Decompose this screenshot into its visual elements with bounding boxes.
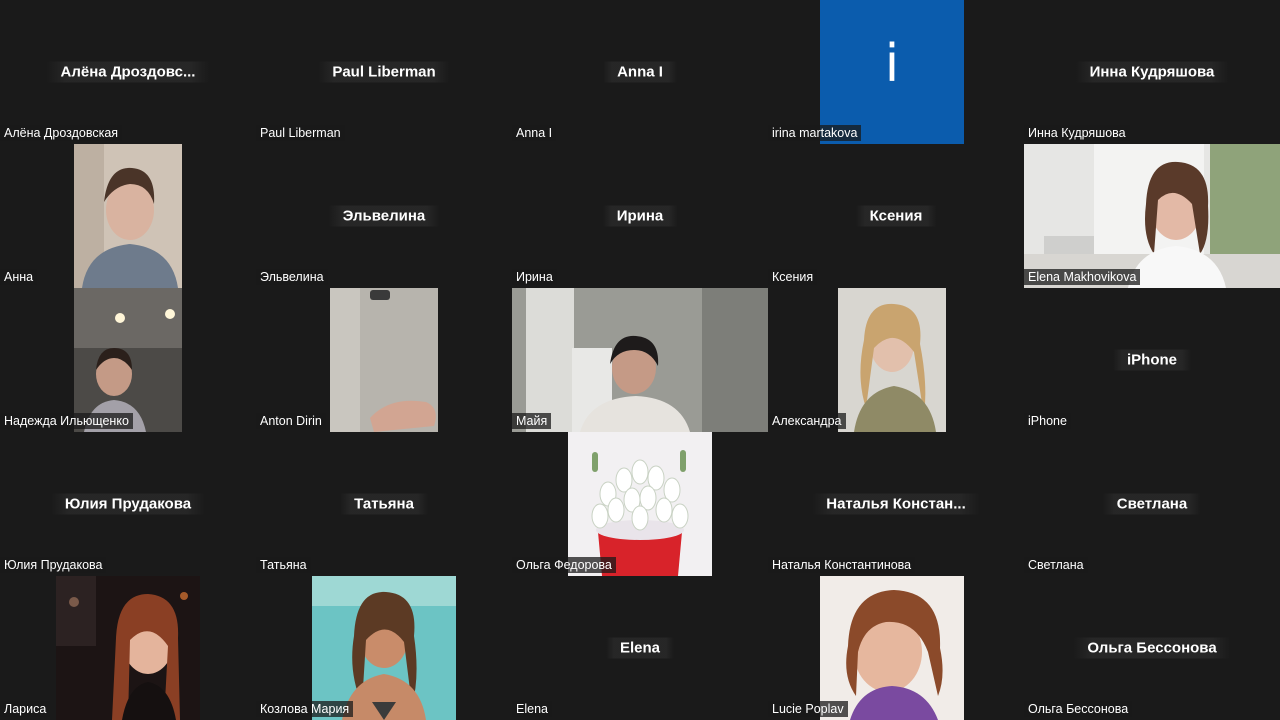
participant-name-display: Алёна Дроздовс... [46,61,210,83]
participant-name-display: Paul Liberman [318,61,450,83]
video-feed [1024,144,1280,288]
participant-tile[interactable]: Ольга Бессонова Ольга Бессонова [1024,576,1280,720]
participant-tile[interactable]: Анна [0,144,256,288]
video-feed [838,288,946,432]
participant-label: Надежда Ильющенко [0,413,133,429]
participant-label: Elena [512,701,552,717]
participant-label: Юлия Прудакова [0,557,107,573]
participant-label: Козлова Мария [256,701,354,717]
participant-tile[interactable]: Майя [512,288,768,432]
participant-label: Наталья Константинова [768,557,916,573]
participant-label: Ольга Федорова [512,557,616,573]
participant-tile[interactable]: Инна Кудряшова Инна Кудряшова [1024,0,1280,144]
participant-label: Майя [512,413,552,429]
avatar-letter: i [884,34,900,94]
participant-tile[interactable]: Elena Makhovikova [1024,144,1280,288]
participant-label: Paul Liberman [256,125,345,141]
profile-avatar: i [820,0,964,144]
participant-label: Инна Кудряшова [1024,125,1130,141]
participant-tile[interactable]: Алёна Дроздовс... Алёна Дроздовская [0,0,256,144]
profile-picture [820,576,964,720]
participant-label: Ольга Бессонова [1024,701,1133,717]
profile-picture [568,432,712,576]
participant-tile[interactable]: Ирина Ирина [512,144,768,288]
participant-label: Elena Makhovikova [1024,269,1141,285]
participant-name-display: Инна Кудряшова [1075,61,1229,83]
participant-name-display: iPhone [1112,349,1192,371]
participant-label: Татьяна [256,557,311,573]
participant-tile[interactable]: Александра [768,288,1024,432]
participant-tile[interactable]: Татьяна Татьяна [256,432,512,576]
participant-tile[interactable]: Наталья Констан... Наталья Константинова [768,432,1024,576]
participant-label: Anna I [512,125,557,141]
participant-name-display: Наталья Констан... [812,493,980,515]
participant-tile[interactable]: Надежда Ильющенко [0,288,256,432]
participant-tile[interactable]: Эльвелина Эльвелина [256,144,512,288]
participant-label: Ирина [512,269,557,285]
participant-label: Лариса [0,701,51,717]
participant-tile[interactable]: Козлова Мария [256,576,512,720]
participant-name-display: Светлана [1102,493,1202,515]
participant-label: irina martakova [768,125,862,141]
participant-label: Александра [768,413,846,429]
video-feed [512,288,768,432]
participant-label: Светлана [1024,557,1088,573]
participant-tile[interactable]: Ксения Ксения [768,144,1024,288]
participant-label: iPhone [1024,413,1071,429]
participant-tile[interactable]: Светлана Светлана [1024,432,1280,576]
participant-tile[interactable]: Elena Elena [512,576,768,720]
participant-tile[interactable]: Lucie Poplav [768,576,1024,720]
participant-label: Anton Dirin [256,413,326,429]
participant-name-display: Elena [605,637,675,659]
participant-name-display: Татьяна [340,493,428,515]
participant-tile[interactable]: Ольга Федорова [512,432,768,576]
video-feed [330,288,438,432]
participant-tile[interactable]: Юлия Прудакова Юлия Прудакова [0,432,256,576]
video-gallery-grid: Алёна Дроздовс... Алёна Дроздовская Paul… [0,0,1280,720]
participant-name-display: Ксения [855,205,937,227]
participant-label: Эльвелина [256,269,328,285]
profile-picture [312,576,456,720]
participant-name-display: Ольга Бессонова [1073,637,1231,659]
participant-label: Lucie Poplav [768,701,848,717]
video-feed [74,288,182,432]
participant-label: Анна [0,269,38,285]
participant-name-display: Юлия Прудакова [50,493,206,515]
participant-tile[interactable]: Anton Dirin [256,288,512,432]
participant-tile[interactable]: i irina martakova [768,0,1024,144]
participant-name-display: Anna I [603,61,677,83]
participant-tile[interactable]: Лариса [0,576,256,720]
participant-label: Ксения [768,269,818,285]
participant-name-display: Эльвелина [328,205,440,227]
participant-label: Алёна Дроздовская [0,125,123,141]
participant-tile[interactable]: Paul Liberman Paul Liberman [256,0,512,144]
video-feed [74,144,182,288]
profile-picture [56,576,200,720]
participant-tile[interactable]: Anna I Anna I [512,0,768,144]
participant-name-display: Ирина [602,205,678,227]
participant-tile[interactable]: iPhone iPhone [1024,288,1280,432]
